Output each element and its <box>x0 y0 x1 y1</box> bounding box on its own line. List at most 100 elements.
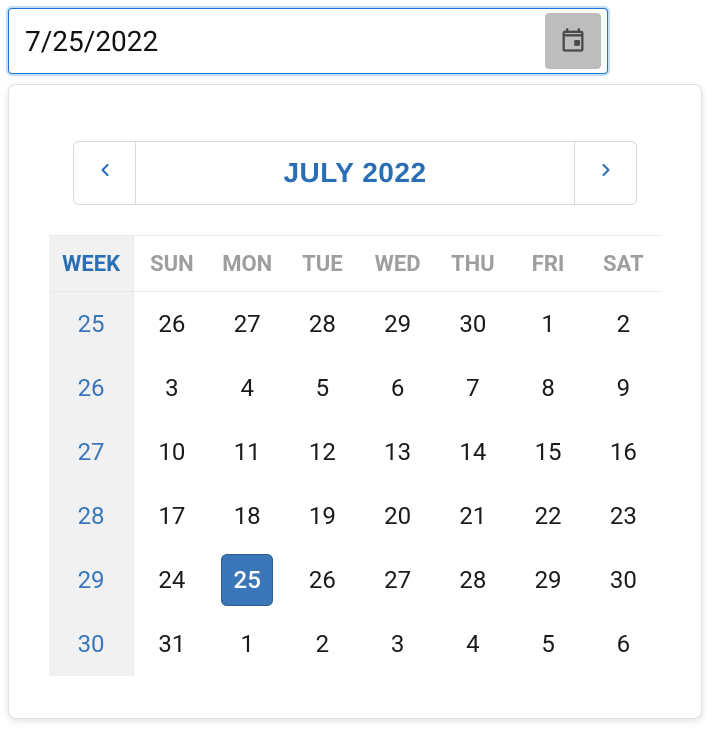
day-header-wed: WED <box>360 236 435 292</box>
day-button[interactable]: 16 <box>597 426 649 478</box>
day-cell: 17 <box>134 484 210 548</box>
calendar-toggle-button[interactable] <box>545 13 601 69</box>
calendar-header-row: WEEK SUN MON TUE WED THU FRI SAT <box>49 236 661 292</box>
day-cell: 8 <box>510 356 585 420</box>
day-button[interactable]: 8 <box>522 362 574 414</box>
day-cell: 2 <box>285 612 360 676</box>
day-button[interactable]: 30 <box>447 298 499 350</box>
day-button[interactable]: 3 <box>146 362 198 414</box>
date-input-container <box>8 8 608 74</box>
day-button[interactable]: 26 <box>146 298 198 350</box>
day-button[interactable]: 6 <box>372 362 424 414</box>
day-button[interactable]: 21 <box>447 490 499 542</box>
week-number: 27 <box>49 420 134 484</box>
calendar-week-row: 2924252627282930 <box>49 548 661 612</box>
day-cell: 9 <box>586 356 661 420</box>
month-year-button[interactable]: JULY 2022 <box>136 142 574 204</box>
day-button[interactable]: 1 <box>221 618 273 670</box>
day-button[interactable]: 2 <box>296 618 348 670</box>
week-header: WEEK <box>49 236 134 292</box>
calendar-header: JULY 2022 <box>73 141 637 205</box>
day-button[interactable]: 15 <box>522 426 574 478</box>
prev-month-button[interactable] <box>74 142 136 204</box>
day-cell: 6 <box>360 356 435 420</box>
day-button[interactable]: 5 <box>296 362 348 414</box>
day-button[interactable]: 28 <box>296 298 348 350</box>
day-button[interactable]: 22 <box>522 490 574 542</box>
calendar-week-row: 2526 27 28 29 30 12 <box>49 292 661 356</box>
day-button[interactable]: 4 <box>221 362 273 414</box>
day-header-fri: FRI <box>510 236 585 292</box>
day-button[interactable]: 2 <box>597 298 649 350</box>
day-button[interactable]: 12 <box>296 426 348 478</box>
day-button[interactable]: 26 <box>296 554 348 606</box>
day-cell: 10 <box>134 420 210 484</box>
day-cell: 29 <box>510 548 585 612</box>
day-cell: 22 <box>510 484 585 548</box>
day-button[interactable]: 20 <box>372 490 424 542</box>
day-cell: 29 <box>360 292 435 356</box>
day-button[interactable]: 6 <box>597 618 649 670</box>
day-cell: 3 <box>134 356 210 420</box>
week-number: 25 <box>49 292 134 356</box>
day-cell: 5 <box>510 612 585 676</box>
week-number: 30 <box>49 612 134 676</box>
day-button[interactable]: 9 <box>597 362 649 414</box>
day-cell: 6 <box>586 612 661 676</box>
day-cell: 14 <box>435 420 510 484</box>
day-button[interactable]: 13 <box>372 426 424 478</box>
calendar-week-row: 2710 11 12 13 14 15 16 <box>49 420 661 484</box>
day-button[interactable]: 23 <box>597 490 649 542</box>
day-button[interactable]: 11 <box>221 426 273 478</box>
day-cell: 28 <box>285 292 360 356</box>
day-cell: 13 <box>360 420 435 484</box>
day-button[interactable]: 25 <box>221 554 273 606</box>
day-cell: 21 <box>435 484 510 548</box>
day-button[interactable]: 19 <box>296 490 348 542</box>
day-cell: 18 <box>210 484 285 548</box>
day-button[interactable]: 17 <box>146 490 198 542</box>
day-button[interactable]: 29 <box>372 298 424 350</box>
day-cell: 26 <box>134 292 210 356</box>
day-button[interactable]: 24 <box>146 554 198 606</box>
day-button[interactable]: 7 <box>447 362 499 414</box>
next-month-button[interactable] <box>574 142 636 204</box>
day-button[interactable]: 1 <box>522 298 574 350</box>
calendar-week-row: 263456789 <box>49 356 661 420</box>
chevron-left-icon <box>95 160 115 186</box>
calendar-week-row: 3031 123456 <box>49 612 661 676</box>
day-button[interactable]: 27 <box>372 554 424 606</box>
day-cell: 15 <box>510 420 585 484</box>
day-button[interactable]: 3 <box>372 618 424 670</box>
calendar-icon <box>559 26 587 57</box>
day-cell: 23 <box>586 484 661 548</box>
day-cell: 30 <box>435 292 510 356</box>
day-header-sat: SAT <box>586 236 661 292</box>
day-button[interactable]: 14 <box>447 426 499 478</box>
day-button[interactable]: 27 <box>221 298 273 350</box>
day-cell: 11 <box>210 420 285 484</box>
date-input[interactable] <box>15 19 545 64</box>
day-button[interactable]: 4 <box>447 618 499 670</box>
week-number: 28 <box>49 484 134 548</box>
day-cell: 31 <box>134 612 210 676</box>
day-cell: 4 <box>210 356 285 420</box>
day-header-mon: MON <box>210 236 285 292</box>
chevron-right-icon <box>596 160 616 186</box>
week-number: 26 <box>49 356 134 420</box>
calendar-week-row: 2817 18 19 20 21 22 23 <box>49 484 661 548</box>
calendar-grid-wrapper: WEEK SUN MON TUE WED THU FRI SAT 2526272… <box>49 235 661 676</box>
day-button[interactable]: 18 <box>221 490 273 542</box>
day-button[interactable]: 31 <box>146 618 198 670</box>
day-cell: 19 <box>285 484 360 548</box>
day-button[interactable]: 28 <box>447 554 499 606</box>
day-cell: 27 <box>360 548 435 612</box>
day-button[interactable]: 29 <box>522 554 574 606</box>
day-button[interactable]: 5 <box>522 618 574 670</box>
day-cell: 1 <box>210 612 285 676</box>
day-cell: 5 <box>285 356 360 420</box>
day-button[interactable]: 30 <box>597 554 649 606</box>
day-cell: 27 <box>210 292 285 356</box>
day-cell: 2 <box>586 292 661 356</box>
day-button[interactable]: 10 <box>146 426 198 478</box>
